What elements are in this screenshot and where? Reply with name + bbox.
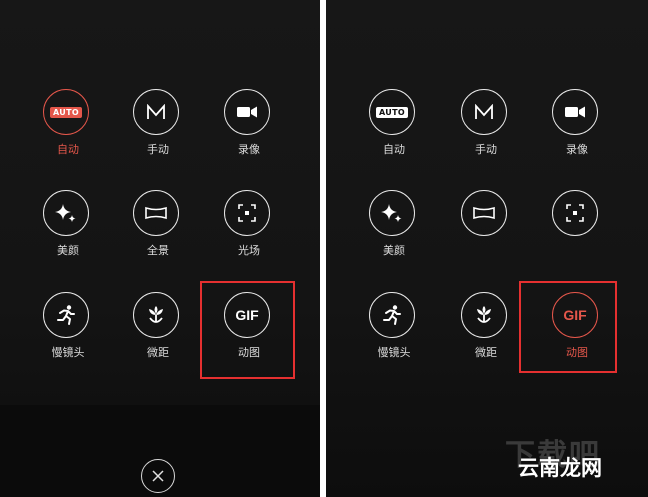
- mode-label: 美颜: [383, 244, 405, 257]
- watermark-brand: 云南龙网: [518, 456, 602, 480]
- mode-video[interactable]: 录像: [209, 89, 289, 179]
- mode-macro[interactable]: 微距: [446, 292, 526, 382]
- flower-macro-icon: [133, 292, 179, 338]
- camera-mode-panel-right: AUTO 自动 手动 录像 美颜 慢镜头 微距 GIF 动图: [326, 0, 648, 497]
- auto-icon: AUTO: [43, 89, 89, 135]
- light-field-focus-icon: [552, 190, 598, 236]
- mode-light-field[interactable]: [537, 190, 617, 280]
- mode-macro[interactable]: 微距: [118, 292, 198, 382]
- light-field-focus-icon: [224, 190, 270, 236]
- panorama-icon: [461, 190, 507, 236]
- manual-m-icon: [133, 89, 179, 135]
- sparkle-beauty-icon: [369, 190, 415, 236]
- sparkle-beauty-icon: [43, 190, 89, 236]
- mode-manual[interactable]: 手动: [118, 89, 198, 179]
- mode-auto[interactable]: AUTO 自动: [28, 89, 108, 179]
- mode-label: 录像: [238, 143, 260, 156]
- mode-label: 美颜: [57, 244, 79, 257]
- video-camera-icon: [224, 89, 270, 135]
- mode-label: 微距: [475, 346, 497, 359]
- mode-label: 录像: [566, 143, 588, 156]
- mode-label: 光场: [238, 244, 260, 257]
- mode-slow-motion[interactable]: 慢镜头: [354, 292, 434, 382]
- mode-light-field[interactable]: 光场: [209, 190, 289, 280]
- mode-label: 手动: [475, 143, 497, 156]
- mode-label: 慢镜头: [51, 346, 85, 359]
- video-camera-icon: [552, 89, 598, 135]
- mode-label: 自动: [57, 143, 79, 156]
- mode-label: 全景: [147, 244, 169, 257]
- mode-label: 慢镜头: [377, 346, 411, 359]
- mode-manual[interactable]: 手动: [446, 89, 526, 179]
- auto-icon: AUTO: [369, 89, 415, 135]
- highlight-box: [200, 281, 295, 379]
- mode-beauty[interactable]: 美颜: [354, 190, 434, 280]
- mode-auto[interactable]: AUTO 自动: [354, 89, 434, 179]
- running-person-icon: [369, 292, 415, 338]
- mode-label: 自动: [383, 143, 405, 156]
- mode-label: 手动: [147, 143, 169, 156]
- mode-label: 微距: [147, 346, 169, 359]
- mode-slow-motion[interactable]: 慢镜头: [28, 292, 108, 382]
- mode-video[interactable]: 录像: [537, 89, 617, 179]
- mode-panorama[interactable]: [446, 190, 526, 280]
- highlight-box: [519, 281, 617, 373]
- manual-m-icon: [461, 89, 507, 135]
- flower-macro-icon: [461, 292, 507, 338]
- panorama-icon: [133, 190, 179, 236]
- close-button[interactable]: [141, 459, 175, 493]
- mode-beauty[interactable]: 美颜: [28, 190, 108, 280]
- running-person-icon: [43, 292, 89, 338]
- camera-mode-panel-left: AUTO 自动 手动 录像 美颜 全景 光场 慢镜头 微距 GIF 动图: [0, 0, 320, 497]
- mode-panorama[interactable]: 全景: [118, 190, 198, 280]
- close-x-icon: [152, 470, 164, 482]
